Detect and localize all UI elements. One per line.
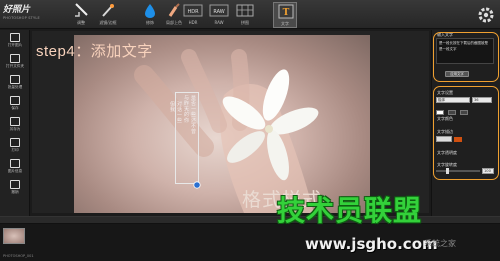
- info-icon: [10, 159, 20, 168]
- save-as-icon: [10, 117, 20, 126]
- sidebar-item-save-as[interactable]: 另存为: [1, 116, 29, 136]
- sidebar-item-label: 撤销: [11, 190, 19, 194]
- sidebar-item-label: 保存: [11, 106, 19, 110]
- sidebar-item-label: 打印: [11, 148, 19, 152]
- open-folder-icon: [10, 54, 20, 63]
- sidebar-item-save[interactable]: 保存: [1, 95, 29, 115]
- svg-text:RAW: RAW: [213, 9, 224, 15]
- crop-icon: [75, 3, 88, 17]
- top-toolbar: 好照片 PHOTOSHOP STYLE 调整 滤镜/边框 修饰 局部上色 HDR…: [0, 0, 500, 29]
- sidebar-item-label: 另存为: [9, 127, 21, 131]
- left-sidebar: 打开图片 打开文件夹 批量处理 保存 另存为 打印 图片信息 撤销: [0, 30, 30, 216]
- svg-text:T: T: [283, 8, 290, 18]
- sidebar-item-undo[interactable]: 撤销: [1, 179, 29, 199]
- tool-filter-frame[interactable]: 滤镜/边框: [96, 2, 120, 28]
- save-icon: [10, 96, 20, 105]
- sidebar-item-label: 打开文件夹: [6, 64, 24, 68]
- tool-label: 滤镜/边框: [99, 20, 117, 25]
- sidebar-item-batch[interactable]: 批量处理: [1, 74, 29, 94]
- tool-adjust[interactable]: 调整: [69, 2, 93, 28]
- caption-line: 与昨天的你: [183, 95, 189, 123]
- gear-icon[interactable]: [476, 5, 496, 25]
- photo-preview[interactable]: 是否一些还不曾 与昨天的你 对话一些 但我: [74, 35, 370, 213]
- sidebar-item-info[interactable]: 图片信息: [1, 158, 29, 178]
- caption-line: 对话一些: [176, 101, 182, 124]
- collage-icon: [236, 4, 254, 17]
- tool-raw[interactable]: RAW RAW: [207, 2, 231, 28]
- sidebar-item-label: 打开图片: [7, 43, 23, 47]
- magic-wand-icon: [102, 4, 114, 17]
- timeline-toolbar: [0, 217, 500, 224]
- app-logo: 好照片 PHOTOSHOP STYLE: [3, 4, 43, 26]
- watermark-url: www.jsgho.com: [305, 235, 438, 253]
- watermark-small: 系统之家: [424, 239, 456, 248]
- svg-text:HDR: HDR: [187, 9, 199, 15]
- sidebar-item-label: 批量处理: [7, 85, 23, 89]
- tool-label: 文字: [281, 21, 289, 26]
- sidebar-item-open-folder[interactable]: 打开文件夹: [1, 53, 29, 73]
- tool-collage[interactable]: 拼图: [233, 2, 257, 28]
- logo-subtext: PHOTOSHOP STYLE: [3, 16, 40, 20]
- sidebar-item-label: 图片信息: [7, 169, 23, 173]
- tool-label: 修饰: [146, 20, 154, 25]
- tool-text[interactable]: T 文字: [273, 2, 297, 28]
- batch-icon: [10, 75, 20, 84]
- input-area-highlight: [433, 32, 499, 82]
- raw-icon: RAW: [209, 4, 229, 17]
- step-title: step4：添加文字: [36, 43, 153, 60]
- font-settings-highlight: [433, 86, 499, 180]
- tool-label: 拼图: [241, 20, 249, 25]
- text-icon: T: [278, 4, 294, 19]
- tool-retouch[interactable]: 修饰: [138, 2, 162, 28]
- tool-label: RAW: [214, 20, 224, 25]
- sidebar-item-print[interactable]: 打印: [1, 137, 29, 157]
- sidebar-item-open-image[interactable]: 打开图片: [1, 32, 29, 52]
- tool-label: 调整: [77, 20, 85, 25]
- hand-flower-image: [134, 49, 319, 213]
- app-window: 好照片 PHOTOSHOP STYLE 调整 滤镜/边框 修饰 局部上色 HDR…: [0, 0, 500, 261]
- logo-text: 好照片: [3, 5, 31, 15]
- photo-thumbnail[interactable]: [3, 228, 25, 244]
- print-icon: [10, 138, 20, 147]
- hdr-icon: HDR: [183, 4, 203, 17]
- tool-label: HDR: [188, 20, 198, 25]
- water-drop-icon: [145, 4, 155, 18]
- caption-line: 但我: [169, 101, 175, 113]
- rotate-handle-icon[interactable]: [193, 181, 201, 189]
- watermark-brand: 技术员联盟: [277, 194, 423, 227]
- tool-hdr[interactable]: HDR HDR: [181, 2, 205, 28]
- timeline-status: PHOTOSHOP_001: [3, 254, 34, 258]
- open-image-icon: [10, 33, 20, 42]
- undo-icon: [10, 180, 20, 189]
- caption-line: 是否一些还不曾: [190, 95, 196, 135]
